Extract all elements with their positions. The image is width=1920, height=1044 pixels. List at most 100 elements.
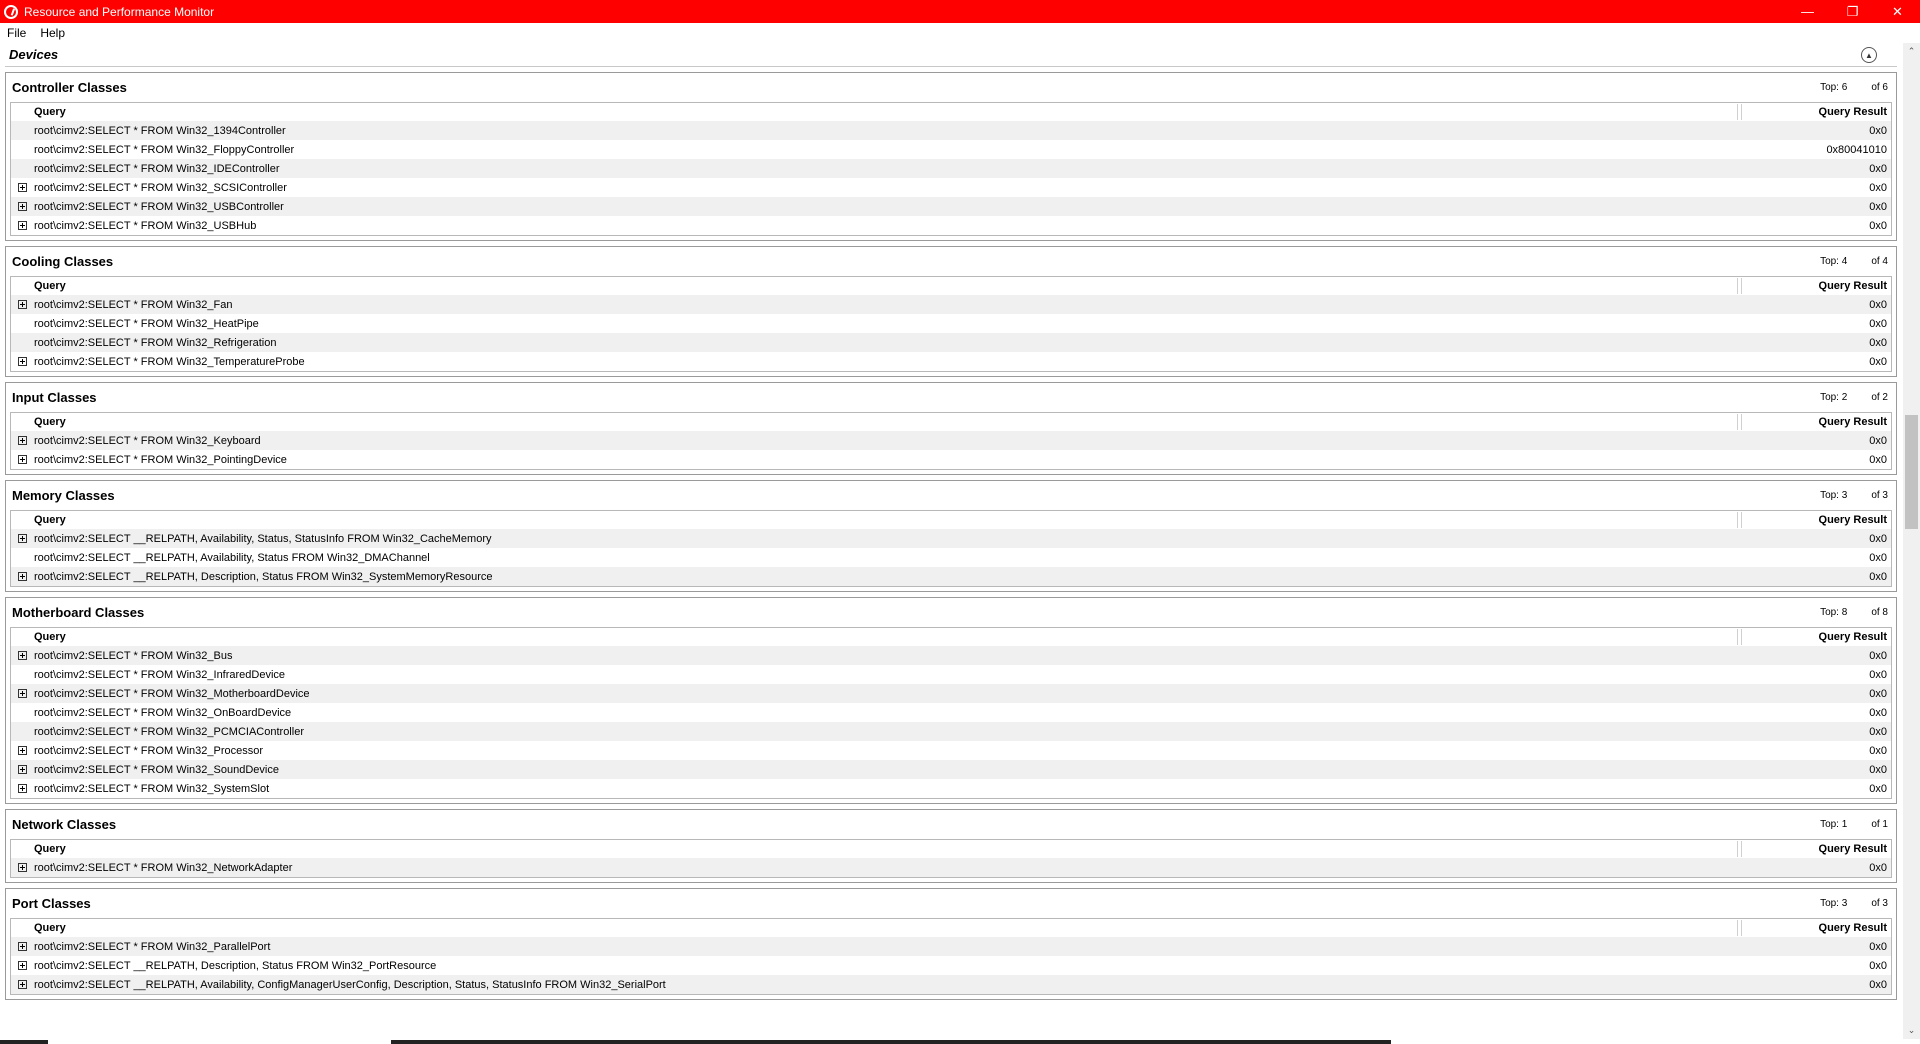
result-cell: 0x0 bbox=[1869, 219, 1887, 232]
table-row[interactable]: root\cimv2:SELECT * FROM Win32_Motherboa… bbox=[11, 684, 1891, 703]
table-row[interactable]: root\cimv2:SELECT __RELPATH, Availabilit… bbox=[11, 529, 1891, 548]
expand-plus-icon[interactable] bbox=[18, 961, 27, 970]
expander[interactable] bbox=[11, 534, 34, 543]
table-row[interactable]: root\cimv2:SELECT * FROM Win32_HeatPipe 0… bbox=[11, 314, 1891, 333]
result-column-header[interactable]: Query Result bbox=[1741, 278, 1891, 294]
menu-file[interactable]: File bbox=[0, 26, 33, 40]
expand-plus-icon[interactable] bbox=[18, 202, 27, 211]
expander[interactable] bbox=[11, 455, 34, 464]
table-row[interactable]: root\cimv2:SELECT * FROM Win32_NetworkAd… bbox=[11, 858, 1891, 877]
expander[interactable] bbox=[11, 689, 34, 698]
result-column-header[interactable]: Query Result bbox=[1741, 104, 1891, 120]
expand-plus-icon[interactable] bbox=[18, 436, 27, 445]
expander[interactable] bbox=[11, 357, 34, 366]
vertical-scrollbar[interactable]: ⌃ ⌄ bbox=[1903, 43, 1920, 1039]
expand-plus-icon[interactable] bbox=[18, 221, 27, 230]
result-column-header[interactable]: Query Result bbox=[1741, 414, 1891, 430]
scroll-down-icon[interactable]: ⌄ bbox=[1903, 1022, 1920, 1039]
expander[interactable] bbox=[11, 942, 34, 951]
table-row[interactable]: root\cimv2:SELECT * FROM Win32_InfraredD… bbox=[11, 665, 1891, 684]
expand-plus-icon[interactable] bbox=[18, 942, 27, 951]
table-row[interactable]: root\cimv2:SELECT * FROM Win32_ParallelP… bbox=[11, 937, 1891, 956]
expand-plus-icon[interactable] bbox=[18, 455, 27, 464]
expander[interactable] bbox=[11, 572, 34, 581]
result-column-header[interactable]: Query Result bbox=[1741, 920, 1891, 936]
expand-plus-icon[interactable] bbox=[18, 746, 27, 755]
result-column-header[interactable]: Query Result bbox=[1741, 629, 1891, 645]
table-header: Query Query Result bbox=[11, 103, 1891, 121]
table-row[interactable]: root\cimv2:SELECT * FROM Win32_USBHub 0x0 bbox=[11, 216, 1891, 235]
scroll-up-icon[interactable]: ⌃ bbox=[1903, 43, 1920, 60]
expand-plus-icon[interactable] bbox=[18, 784, 27, 793]
query-column-header[interactable]: Query bbox=[11, 841, 1738, 857]
table-row[interactable]: root\cimv2:SELECT * FROM Win32_SCSIContr… bbox=[11, 178, 1891, 197]
minimize-icon[interactable]: — bbox=[1785, 0, 1830, 23]
expand-plus-icon[interactable] bbox=[18, 183, 27, 192]
query-column-header[interactable]: Query bbox=[11, 920, 1738, 936]
table-row[interactable]: root\cimv2:SELECT * FROM Win32_1394Contr… bbox=[11, 121, 1891, 140]
expand-plus-icon[interactable] bbox=[18, 765, 27, 774]
result-column-header[interactable]: Query Result bbox=[1741, 841, 1891, 857]
table-row[interactable]: root\cimv2:SELECT * FROM Win32_USBContro… bbox=[11, 197, 1891, 216]
expand-plus-icon[interactable] bbox=[18, 980, 27, 989]
query-column-header[interactable]: Query bbox=[11, 104, 1738, 120]
table-row[interactable]: root\cimv2:SELECT * FROM Win32_Temperatu… bbox=[11, 352, 1891, 371]
result-column-header[interactable]: Query Result bbox=[1741, 512, 1891, 528]
table-row[interactable]: root\cimv2:SELECT __RELPATH, Availabilit… bbox=[11, 548, 1891, 567]
section-header: Network Classes Top: 1 of 1 bbox=[6, 810, 1896, 839]
expander[interactable] bbox=[11, 651, 34, 660]
expand-plus-icon[interactable] bbox=[18, 357, 27, 366]
expander[interactable] bbox=[11, 746, 34, 755]
expander[interactable] bbox=[11, 980, 34, 989]
table-row[interactable]: root\cimv2:SELECT * FROM Win32_FloppyCon… bbox=[11, 140, 1891, 159]
result-cell: 0x0 bbox=[1869, 355, 1887, 368]
menu-help[interactable]: Help bbox=[33, 26, 72, 40]
query-column-header[interactable]: Query bbox=[11, 414, 1738, 430]
table-row[interactable]: root\cimv2:SELECT * FROM Win32_Refrigera… bbox=[11, 333, 1891, 352]
expand-plus-icon[interactable] bbox=[18, 572, 27, 581]
table-row[interactable]: root\cimv2:SELECT * FROM Win32_Processor… bbox=[11, 741, 1891, 760]
table-row[interactable]: root\cimv2:SELECT * FROM Win32_IDEContro… bbox=[11, 159, 1891, 178]
table-row[interactable]: root\cimv2:SELECT * FROM Win32_Bus 0x0 bbox=[11, 646, 1891, 665]
query-cell: root\cimv2:SELECT __RELPATH, Description… bbox=[34, 570, 493, 583]
table-row[interactable]: root\cimv2:SELECT * FROM Win32_Fan 0x0 bbox=[11, 295, 1891, 314]
close-icon[interactable]: ✕ bbox=[1875, 0, 1920, 23]
expand-plus-icon[interactable] bbox=[18, 534, 27, 543]
top-count: Top: 3 bbox=[1820, 898, 1848, 909]
query-cell: root\cimv2:SELECT * FROM Win32_OnBoardDe… bbox=[34, 706, 292, 719]
query-column-header[interactable]: Query bbox=[11, 278, 1738, 294]
section-header: Input Classes Top: 2 of 2 bbox=[6, 383, 1896, 412]
scrollbar-thumb[interactable] bbox=[1905, 415, 1918, 529]
expander[interactable] bbox=[11, 183, 34, 192]
expand-plus-icon[interactable] bbox=[18, 863, 27, 872]
table-row[interactable]: root\cimv2:SELECT * FROM Win32_OnBoardDe… bbox=[11, 703, 1891, 722]
query-column-header[interactable]: Query bbox=[11, 629, 1738, 645]
top-count: Top: 1 bbox=[1820, 819, 1848, 830]
table-row[interactable]: root\cimv2:SELECT * FROM Win32_PCMCIACon… bbox=[11, 722, 1891, 741]
expand-plus-icon[interactable] bbox=[18, 689, 27, 698]
table-row[interactable]: root\cimv2:SELECT __RELPATH, Description… bbox=[11, 956, 1891, 975]
expander[interactable] bbox=[11, 863, 34, 872]
expander[interactable] bbox=[11, 765, 34, 774]
collapse-up-icon[interactable]: ▲ bbox=[1861, 47, 1877, 63]
table-row[interactable]: root\cimv2:SELECT * FROM Win32_SoundDevi… bbox=[11, 760, 1891, 779]
table-row[interactable]: root\cimv2:SELECT __RELPATH, Description… bbox=[11, 567, 1891, 586]
expander[interactable] bbox=[11, 202, 34, 211]
table-row[interactable]: root\cimv2:SELECT * FROM Win32_Keyboard 0… bbox=[11, 431, 1891, 450]
expander[interactable] bbox=[11, 300, 34, 309]
expander[interactable] bbox=[11, 436, 34, 445]
restore-icon[interactable]: ❐ bbox=[1830, 0, 1875, 23]
expander[interactable] bbox=[11, 221, 34, 230]
table-row[interactable]: root\cimv2:SELECT * FROM Win32_SystemSlo… bbox=[11, 779, 1891, 798]
expander[interactable] bbox=[11, 784, 34, 793]
table-header: Query Query Result bbox=[11, 413, 1891, 431]
table-row[interactable]: root\cimv2:SELECT __RELPATH, Availabilit… bbox=[11, 975, 1891, 994]
expander[interactable] bbox=[11, 961, 34, 970]
horizontal-scrollbar[interactable] bbox=[0, 1039, 1920, 1044]
query-column-header[interactable]: Query bbox=[11, 512, 1738, 528]
result-cell: 0x0 bbox=[1869, 570, 1887, 583]
expand-plus-icon[interactable] bbox=[18, 300, 27, 309]
expand-plus-icon[interactable] bbox=[18, 651, 27, 660]
table-row[interactable]: root\cimv2:SELECT * FROM Win32_PointingD… bbox=[11, 450, 1891, 469]
result-cell: 0x0 bbox=[1869, 551, 1887, 564]
